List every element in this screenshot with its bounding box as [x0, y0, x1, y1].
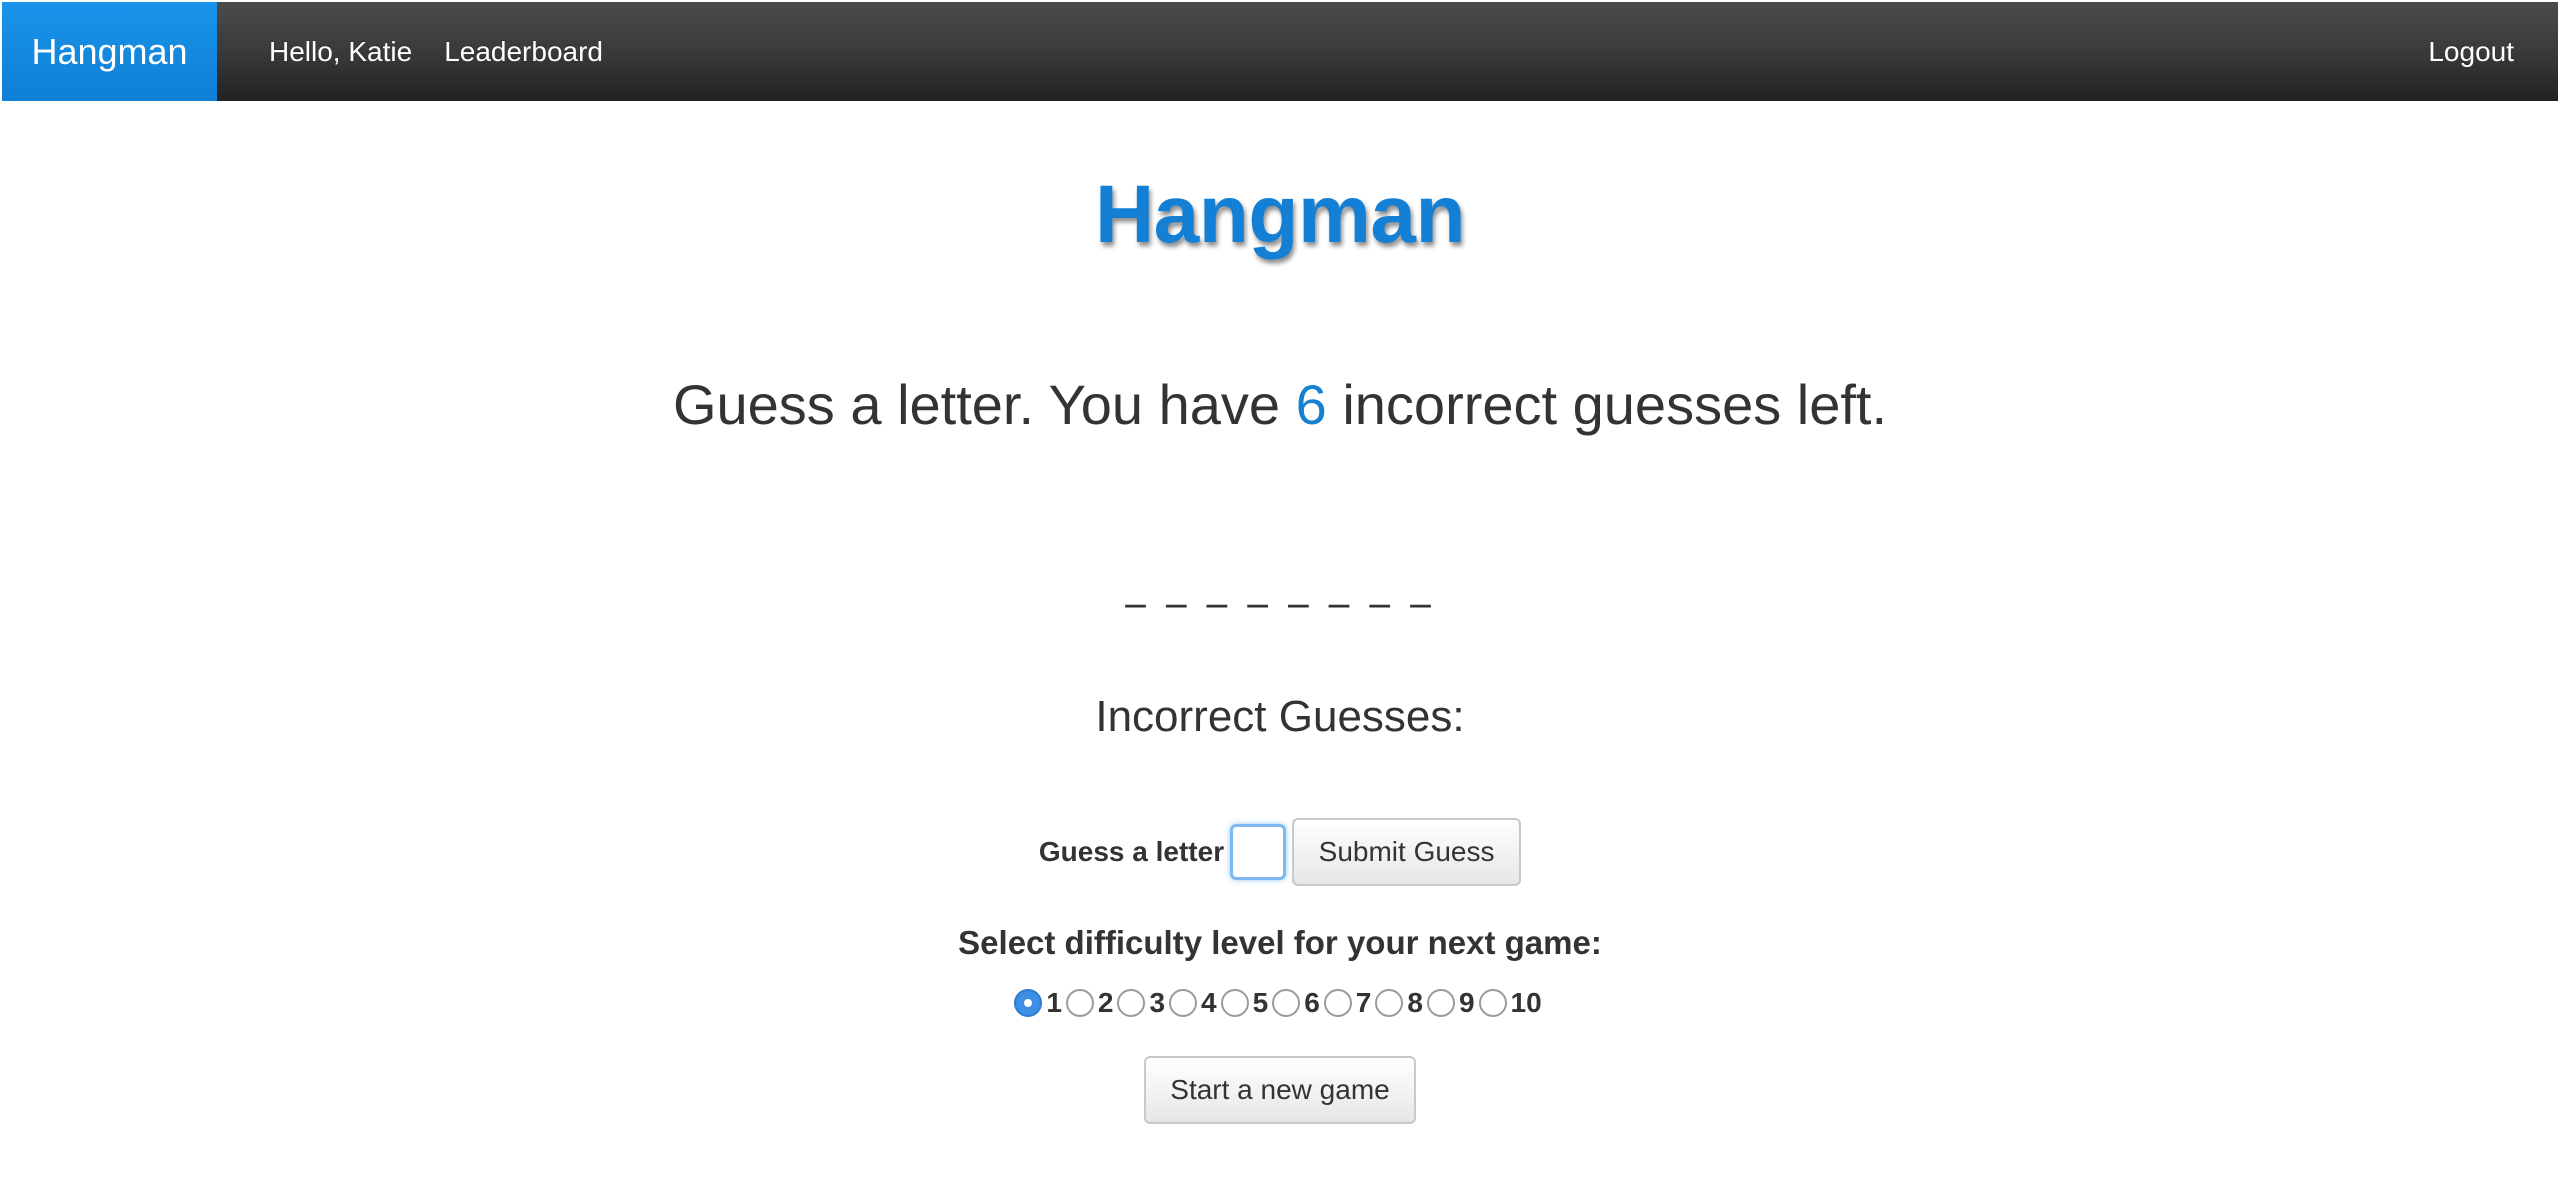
submit-guess-button[interactable]: Submit Guess: [1292, 818, 1522, 886]
difficulty-option-8[interactable]: 8: [1375, 987, 1427, 1019]
difficulty-radio-label: 7: [1355, 987, 1372, 1018]
greeting-link[interactable]: Hello, Katie: [269, 36, 412, 68]
navbar: Hangman Hello, Katie Leaderboard Logout: [2, 2, 2558, 101]
difficulty-radio-10[interactable]: [1478, 989, 1507, 1017]
difficulty-radio-4[interactable]: [1169, 989, 1198, 1017]
nav-links: Hello, Katie Leaderboard: [269, 2, 635, 101]
difficulty-label: Select difficulty level for your next ga…: [958, 924, 1602, 961]
difficulty-radio-label: 1: [1046, 987, 1062, 1018]
difficulty-option-6[interactable]: 6: [1272, 987, 1324, 1019]
difficulty-radio-label: 9: [1458, 987, 1475, 1018]
brand-link[interactable]: Hangman: [2, 2, 217, 101]
guesses-left-count: 6: [1295, 373, 1327, 436]
nav-right: Logout: [2428, 36, 2514, 68]
difficulty-radio-label: 4: [1201, 987, 1217, 1018]
logout-link[interactable]: Logout: [2428, 36, 2514, 67]
new-game-button[interactable]: Start a new game: [1144, 1056, 1416, 1124]
guess-label: Guess a letter: [1038, 836, 1225, 867]
difficulty-option-2[interactable]: 2: [1065, 987, 1118, 1019]
difficulty-radio-label: 2: [1097, 987, 1114, 1018]
difficulty-option-5[interactable]: 5: [1220, 987, 1273, 1019]
difficulty-radio-label: 3: [1149, 987, 1166, 1018]
difficulty-option-4[interactable]: 4: [1169, 987, 1221, 1019]
difficulty-radio-3[interactable]: [1117, 989, 1146, 1017]
difficulty-options: 1 2 3 4 5 6 7 8 9 10: [0, 986, 2560, 1020]
difficulty-radio-6[interactable]: [1272, 989, 1301, 1017]
difficulty-radio-label: 10: [1510, 987, 1542, 1018]
difficulty-radio-label: 6: [1304, 987, 1320, 1018]
difficulty-option-7[interactable]: 7: [1323, 987, 1376, 1019]
guess-form: Guess a letter Submit Guess: [0, 818, 2560, 886]
difficulty-option-3[interactable]: 3: [1117, 987, 1169, 1019]
difficulty-radio-label: 8: [1407, 987, 1423, 1018]
leaderboard-link[interactable]: Leaderboard: [444, 36, 603, 68]
difficulty-radio-2[interactable]: [1065, 989, 1094, 1017]
status-message: Guess a letter. You have 6 incorrect gue…: [0, 372, 2560, 437]
difficulty-radio-7[interactable]: [1323, 989, 1352, 1017]
difficulty-radio-label: 5: [1252, 987, 1269, 1018]
difficulty-radio-8[interactable]: [1375, 989, 1404, 1017]
incorrect-guesses: Incorrect Guesses:: [0, 692, 2560, 742]
guess-input[interactable]: [1230, 824, 1287, 880]
difficulty-radio-1[interactable]: [1014, 989, 1043, 1017]
incorrect-guesses-label: Incorrect Guesses:: [1095, 692, 1465, 741]
status-prefix: Guess a letter. You have: [672, 373, 1296, 436]
difficulty-option-1[interactable]: 1: [1014, 987, 1066, 1019]
difficulty-radio-9[interactable]: [1426, 989, 1455, 1017]
difficulty-option-10[interactable]: 10: [1478, 987, 1546, 1019]
page-title: Hangman: [1094, 169, 1466, 260]
difficulty-radio-5[interactable]: [1220, 989, 1249, 1017]
status-suffix: incorrect guesses left.: [1326, 373, 1888, 436]
word-display: _ _ _ _ _ _ _ _: [1125, 562, 1435, 608]
difficulty-option-9[interactable]: 9: [1426, 987, 1479, 1019]
